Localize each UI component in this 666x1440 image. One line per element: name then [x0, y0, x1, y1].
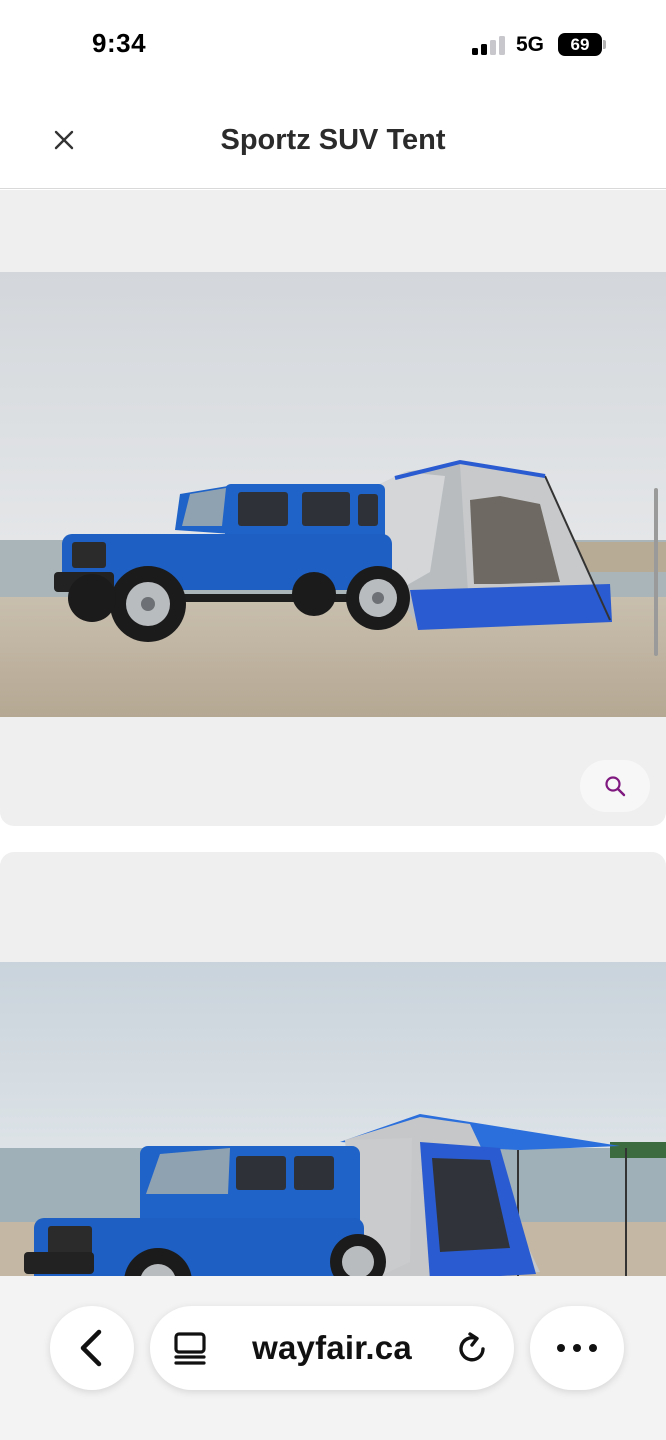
product-header: Sportz SUV Tent [0, 92, 666, 189]
address-bar[interactable]: wayfair.ca [150, 1306, 514, 1390]
more-icon [557, 1344, 597, 1352]
search-icon [605, 776, 626, 797]
more-button[interactable] [530, 1306, 624, 1390]
status-time: 9:34 [92, 28, 147, 58]
battery-icon: 69 [558, 33, 602, 56]
chevron-left-icon [80, 1329, 102, 1367]
url-text: wayfair.ca [252, 1329, 412, 1366]
reload-icon[interactable] [454, 1330, 490, 1366]
image-gallery[interactable] [0, 190, 666, 1276]
back-button[interactable] [50, 1306, 134, 1390]
signal-icon [472, 35, 506, 55]
gallery-card [0, 190, 666, 826]
product-photo-1[interactable] [0, 272, 666, 717]
status-bar: 9:34 5G 69 [0, 0, 666, 92]
zoom-button[interactable] [580, 760, 650, 812]
gallery-card [0, 852, 666, 1276]
battery-tip [603, 40, 606, 49]
scrollbar-thumb[interactable] [654, 488, 658, 656]
page-title: Sportz SUV Tent [220, 124, 446, 156]
photo-suv-tent-side [0, 272, 666, 717]
tabs-icon[interactable] [172, 1330, 208, 1366]
network-type: 5G [516, 33, 545, 56]
photo-suv-tent-awning [0, 962, 666, 1276]
product-photo-2[interactable] [0, 962, 666, 1276]
browser-toolbar: wayfair.ca [0, 1276, 666, 1440]
